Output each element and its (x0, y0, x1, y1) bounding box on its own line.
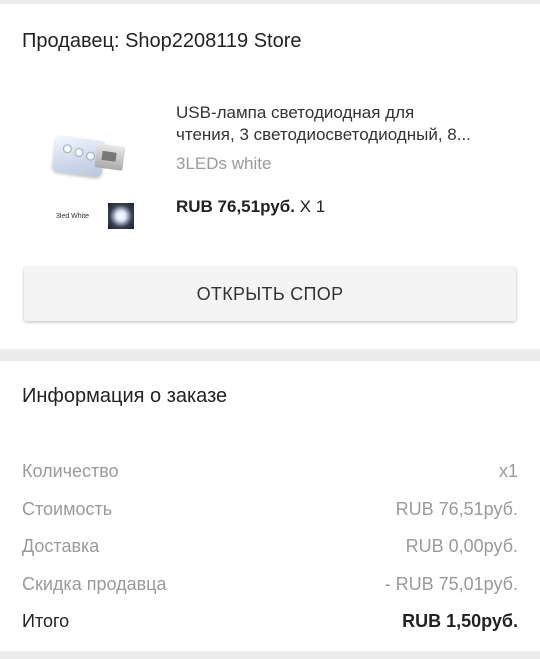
open-dispute-button[interactable]: ОТКРЫТЬ СПОР (24, 267, 516, 321)
row-value: RUB 1,50руб. (402, 611, 518, 632)
product-quantity: X 1 (299, 197, 326, 216)
product-price: RUB 76,51руб. (176, 197, 295, 216)
usb-plug (94, 143, 126, 171)
order-info-card: Информация о заказе Количество x1 Стоимо… (0, 361, 540, 651)
row-label: Скидка продавца (22, 573, 167, 594)
row-value: x1 (498, 461, 518, 482)
order-info-title: Информация о заказе (22, 385, 228, 407)
product-variant: 3LEDs white (176, 154, 272, 173)
product-title-line2: чтения, 3 светодиосветодиодный, 8... (176, 125, 471, 144)
row-value: RUB 0,00руб. (405, 536, 518, 557)
seller-name[interactable]: Продавец: Shop2208119 Store (22, 30, 302, 53)
order-summary: Количество x1 Стоимость RUB 76,51руб. До… (22, 453, 518, 641)
product-price-line: RUB 76,51руб. X 1 (176, 197, 325, 217)
row-shipping: Доставка RUB 0,00руб. (22, 528, 518, 566)
product-title[interactable]: USB-лампа светодиодная для чтения, 3 све… (176, 102, 521, 146)
product-image[interactable]: 3led White (44, 116, 162, 238)
row-label: Стоимость (22, 498, 113, 519)
row-quantity: Количество x1 (22, 453, 518, 491)
seller-card: Продавец: Shop2208119 Store 3led White U… (0, 4, 540, 349)
product-image-caption: 3led White (56, 213, 90, 220)
row-label: Количество (22, 461, 119, 482)
row-total: Итого RUB 1,50руб. (22, 603, 518, 641)
led-glow-image (108, 203, 134, 229)
row-seller-discount: Скидка продавца - RUB 75,01руб. (22, 566, 518, 604)
row-label: Доставка (22, 536, 100, 557)
product-title-line1: USB-лампа светодиодная для (176, 103, 415, 122)
row-value: RUB 76,51руб. (395, 498, 518, 519)
row-label: Итого (22, 611, 70, 632)
row-value: - RUB 75,01руб. (384, 573, 518, 594)
row-cost: Стоимость RUB 76,51руб. (22, 491, 518, 529)
